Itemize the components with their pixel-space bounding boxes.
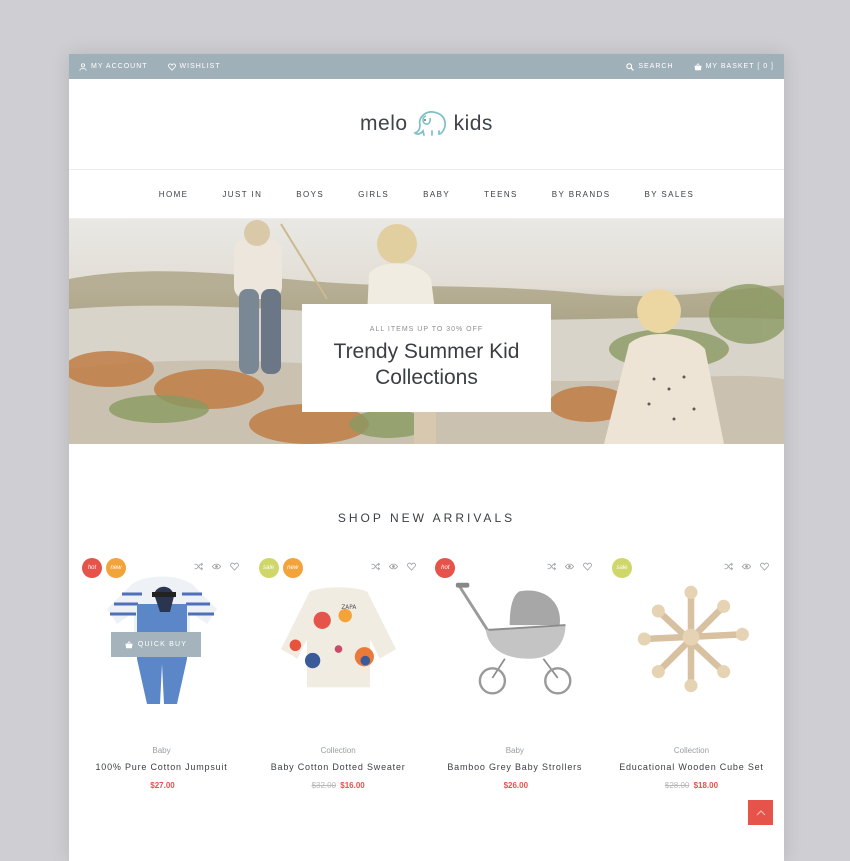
product-price: $26.00 xyxy=(432,781,597,790)
nav-item-by-sales[interactable]: BY SALES xyxy=(627,190,711,199)
section-title: SHOP NEW ARRIVALS xyxy=(337,511,516,525)
basket-link[interactable]: MY BASKET [ 0 ] xyxy=(693,62,774,71)
product-price: $32.00 $16.00 xyxy=(256,781,421,790)
site-logo[interactable]: melo kids xyxy=(360,109,493,139)
product-card[interactable]: sale new ZAPA Collection Baby Cotton Dot… xyxy=(256,554,421,790)
sale-badge: sale xyxy=(611,558,632,578)
eye-icon[interactable] xyxy=(741,562,751,571)
nav-item-girls[interactable]: GIRLS xyxy=(341,190,406,199)
shuffle-icon[interactable] xyxy=(194,562,203,571)
eye-icon[interactable] xyxy=(388,562,398,571)
heart-icon[interactable] xyxy=(583,562,593,571)
heart-icon xyxy=(167,63,176,71)
search-link[interactable]: SEARCH xyxy=(626,62,674,71)
top-bar-left: MY ACCOUNT WISHLIST xyxy=(79,62,221,71)
shuffle-icon[interactable] xyxy=(547,562,557,571)
new-badge: new xyxy=(282,558,303,578)
nav-item-by-brands[interactable]: BY BRANDS xyxy=(535,190,628,199)
basket-label: MY BASKET [ 0 ] xyxy=(705,63,774,70)
arrow-up-icon xyxy=(756,809,765,815)
nav-item-home[interactable]: HOME xyxy=(142,190,206,199)
svg-text:ZAPA: ZAPA xyxy=(341,604,356,610)
sale-badge: sale xyxy=(258,558,279,578)
product-category[interactable]: Collection xyxy=(609,746,774,755)
wooden-cube-image xyxy=(638,585,750,693)
product-actions xyxy=(547,562,593,571)
product-image[interactable]: sale xyxy=(609,554,774,724)
wishlist-label: WISHLIST xyxy=(179,63,221,70)
page-frame: MY ACCOUNT WISHLIST SEARCH MY BASKET [ 0… xyxy=(69,54,784,861)
badge-group: sale xyxy=(611,558,632,578)
product-old-price: $28.00 xyxy=(664,781,690,790)
product-current-price: $16.00 xyxy=(340,781,365,790)
product-card[interactable]: hot Baby Bamboo Grey Baby Strollers $26.… xyxy=(432,554,597,790)
elephant-icon xyxy=(413,111,446,136)
product-grid: hot new QUICK BUY Baby 100% Pure Cotton … xyxy=(69,554,784,790)
quick-buy-label: QUICK BUY xyxy=(137,641,188,648)
back-to-top-button[interactable] xyxy=(748,800,773,825)
product-actions xyxy=(371,562,416,571)
hero-headline-line-1: Trendy Summer Kid xyxy=(333,339,520,363)
product-image[interactable]: hot xyxy=(432,554,597,724)
basket-icon xyxy=(693,62,702,70)
hot-badge: hot xyxy=(435,558,456,578)
user-icon xyxy=(79,62,87,71)
product-name[interactable]: Bamboo Grey Baby Strollers xyxy=(432,762,597,772)
my-account-label: MY ACCOUNT xyxy=(91,63,148,70)
logo-text-right: kids xyxy=(453,112,493,135)
wishlist-link[interactable]: WISHLIST xyxy=(167,63,221,71)
heart-icon[interactable] xyxy=(230,562,239,571)
product-name[interactable]: Baby Cotton Dotted Sweater xyxy=(256,762,421,772)
basket-icon xyxy=(125,640,133,648)
product-price: $28.00 $18.00 xyxy=(609,781,774,790)
eye-icon[interactable] xyxy=(565,562,575,571)
quick-buy-button[interactable]: QUICK BUY xyxy=(111,632,201,657)
heart-icon[interactable] xyxy=(406,562,416,571)
product-price: $27.00 xyxy=(79,781,244,790)
product-old-price: $32.00 xyxy=(311,781,337,790)
product-current-price: $27.00 xyxy=(150,781,175,790)
nav-item-just-in[interactable]: JUST IN xyxy=(205,190,279,199)
product-card[interactable]: hot new QUICK BUY Baby 100% Pure Cotton … xyxy=(79,554,244,790)
product-category[interactable]: Baby xyxy=(79,746,244,755)
hero-banner[interactable]: ALL ITEMS UP TO 30% OFF Trendy Summer Ki… xyxy=(69,219,784,444)
nav-item-boys[interactable]: BOYS xyxy=(279,190,341,199)
shuffle-icon[interactable] xyxy=(371,562,380,571)
logo-text-left: melo xyxy=(360,112,408,135)
shuffle-icon[interactable] xyxy=(724,562,733,571)
badge-group: sale new xyxy=(258,558,303,578)
hero-kicker: ALL ITEMS UP TO 30% OFF xyxy=(369,325,484,333)
product-image[interactable]: hot new QUICK BUY xyxy=(79,554,244,724)
search-label: SEARCH xyxy=(638,63,674,70)
hero-caption-card: ALL ITEMS UP TO 30% OFF Trendy Summer Ki… xyxy=(302,304,551,412)
product-name[interactable]: 100% Pure Cotton Jumpsuit xyxy=(79,762,244,772)
heart-icon[interactable] xyxy=(760,562,769,571)
product-category[interactable]: Baby xyxy=(432,746,597,755)
top-bar-right: SEARCH MY BASKET [ 0 ] xyxy=(626,62,774,71)
product-card[interactable]: sale Collection Educational Wooden Cube … xyxy=(609,554,774,790)
nav-item-teens[interactable]: TEENS xyxy=(467,190,535,199)
badge-group: hot xyxy=(435,558,456,578)
product-current-price: $26.00 xyxy=(503,781,529,790)
product-current-price: $18.00 xyxy=(693,781,719,790)
stroller-image xyxy=(456,582,572,695)
hot-badge: hot xyxy=(82,558,102,578)
hero-headline-line-2: Collections xyxy=(375,365,478,389)
main-nav: HOME JUST IN BOYS GIRLS BABY TEENS BY BR… xyxy=(69,170,784,219)
eye-icon[interactable] xyxy=(212,562,221,571)
top-bar: MY ACCOUNT WISHLIST SEARCH MY BASKET [ 0… xyxy=(69,54,784,79)
product-actions xyxy=(724,562,769,571)
new-badge: new xyxy=(106,558,126,578)
search-icon xyxy=(626,62,635,71)
sweater-image: ZAPA xyxy=(280,586,396,687)
product-name[interactable]: Educational Wooden Cube Set xyxy=(609,762,774,772)
my-account-link[interactable]: MY ACCOUNT xyxy=(79,62,148,71)
product-category[interactable]: Collection xyxy=(256,746,421,755)
product-actions xyxy=(194,562,239,571)
nav-item-baby[interactable]: BABY xyxy=(406,190,467,199)
badge-group: hot new xyxy=(82,558,126,578)
product-image[interactable]: sale new ZAPA xyxy=(256,554,421,724)
header-logo-area: melo kids xyxy=(69,79,784,170)
